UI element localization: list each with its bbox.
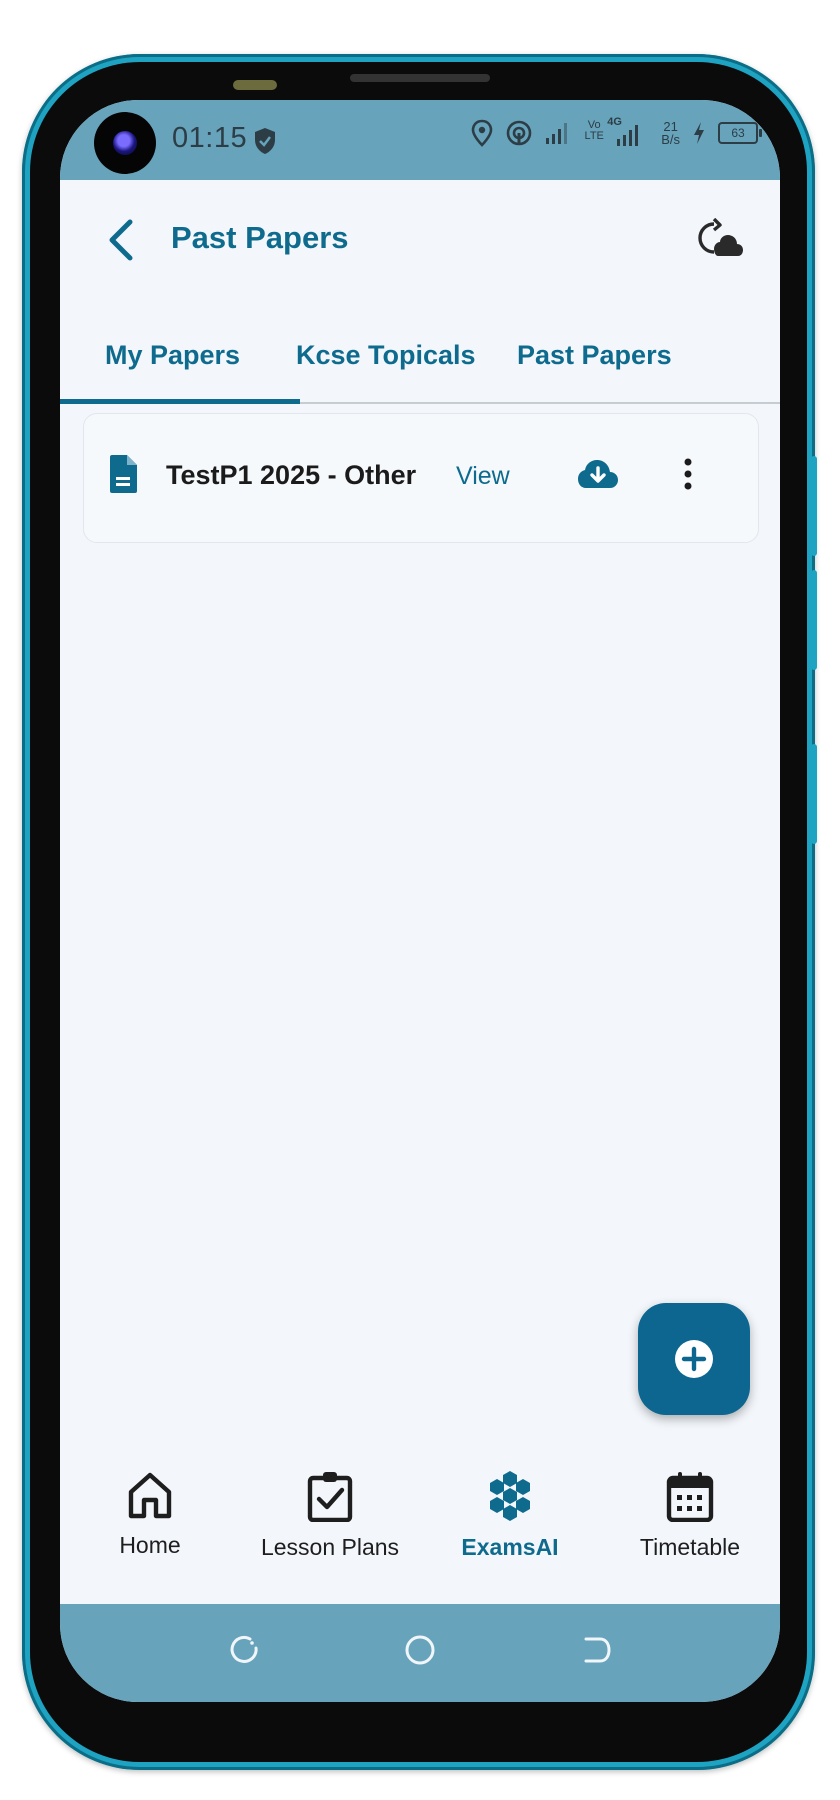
hexagons-icon [490, 1471, 530, 1521]
hotspot-icon [506, 120, 532, 146]
tab-my-papers[interactable]: My Papers [105, 340, 240, 371]
charging-icon [694, 122, 704, 144]
tab-past-papers[interactable]: Past Papers [517, 340, 672, 371]
nav-lesson-plans-label: Lesson Plans [260, 1534, 400, 1560]
nav-home-label: Home [119, 1532, 181, 1558]
signal-icon-1 [546, 123, 568, 144]
volume-up-button [811, 570, 817, 670]
front-camera [94, 112, 156, 174]
nav-examsai[interactable]: ExamsAI [420, 1470, 600, 1590]
active-tab-indicator [60, 399, 300, 404]
proximity-sensor [233, 80, 277, 90]
system-navigation-bar [60, 1604, 780, 1702]
paper-list-item[interactable]: TestP1 2025 - Other View [83, 413, 759, 543]
power-button [811, 456, 817, 556]
view-button[interactable]: View [456, 462, 510, 491]
back-gesture-icon[interactable] [580, 1634, 612, 1666]
nav-timetable[interactable]: Timetable [600, 1470, 780, 1590]
volte-indicator: Vo LTE 4G [583, 116, 649, 148]
plus-circle-icon [675, 1340, 713, 1378]
nav-lesson-plans[interactable]: Lesson Plans [240, 1470, 420, 1590]
nav-examsai-label: ExamsAI [461, 1534, 559, 1560]
home-circle-icon[interactable] [404, 1634, 436, 1666]
location-icon [471, 119, 493, 147]
clipboard-check-icon [307, 1472, 353, 1522]
tab-kcse-topicals[interactable]: Kcse Topicals [296, 340, 476, 371]
volume-down-button [811, 744, 817, 844]
shield-icon [255, 128, 275, 154]
paper-name: TestP1 2025 - Other [166, 460, 417, 490]
signal-icon-2 [617, 125, 639, 146]
nav-home[interactable]: Home [60, 1470, 240, 1590]
more-options-icon[interactable] [682, 456, 694, 492]
battery-level: 63 [731, 126, 745, 140]
earpiece-speaker [350, 74, 490, 82]
add-paper-button[interactable] [638, 1303, 750, 1415]
status-bar: 01:15 Vo LTE 4G 21 B/s 63 [60, 100, 780, 180]
cloud-sync-icon[interactable] [698, 218, 744, 262]
home-icon [128, 1472, 172, 1519]
calendar-icon [666, 1472, 714, 1522]
back-arrow-icon[interactable] [100, 216, 144, 264]
recents-icon[interactable] [228, 1634, 260, 1666]
bottom-navigation: Home Lesson Plans ExamsAI Timetable [60, 1450, 780, 1604]
app-bar: Past Papers [60, 180, 780, 300]
tab-bar: My Papers Kcse Topicals Past Papers [60, 320, 780, 404]
nav-timetable-label: Timetable [639, 1534, 741, 1560]
page-title: Past Papers [171, 220, 349, 255]
network-speed: 21 B/s [661, 119, 680, 147]
cloud-download-icon[interactable] [577, 458, 619, 490]
status-time: 01:15 [172, 122, 248, 154]
phone-screen: 01:15 Vo LTE 4G 21 B/s 63 Past Papers My… [60, 100, 780, 1702]
document-icon [110, 455, 137, 493]
battery-icon: 63 [718, 122, 762, 144]
